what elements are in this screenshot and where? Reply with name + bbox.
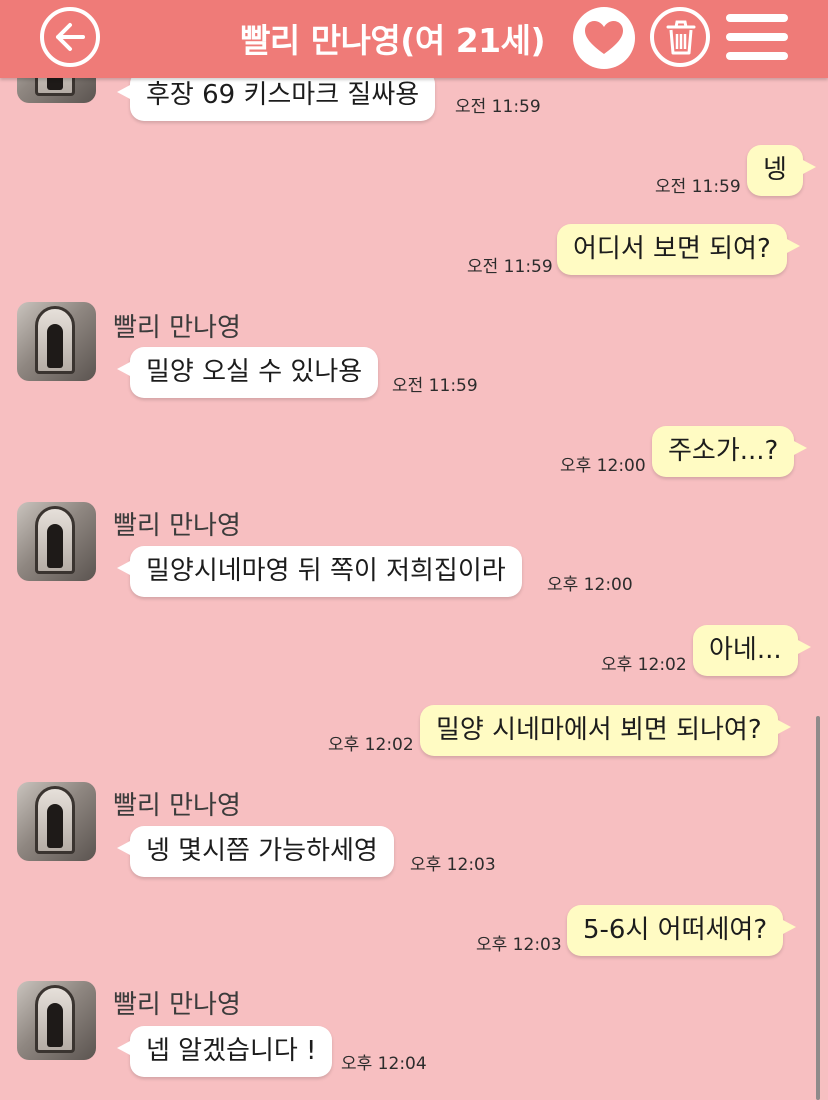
- message-time: 오후 12:03: [410, 855, 496, 875]
- heart-icon: [585, 21, 623, 54]
- message-time: 오전 11:59: [392, 376, 478, 396]
- incoming-message[interactable]: 밀양시네마영 뒤 쪽이 저희집이라: [117, 546, 522, 597]
- outgoing-message[interactable]: 5-6시 어떠세여?: [567, 905, 797, 956]
- favorite-button[interactable]: [573, 7, 635, 69]
- contact-avatar[interactable]: [17, 981, 96, 1060]
- contact-avatar[interactable]: [17, 782, 96, 861]
- chat-area[interactable]: 후장 69 키스마크 질싸용 오전 11:59 오전 11:59 넹 오전 11…: [0, 0, 828, 1100]
- incoming-message[interactable]: 밀양 오실 수 있나용: [116, 347, 379, 398]
- incoming-message[interactable]: 넹 몇시쯤 가능하세영: [117, 826, 394, 877]
- chat-header: 빨리 만나영(여 21세): [0, 0, 828, 78]
- message-time: 오후 12:00: [560, 456, 646, 476]
- back-button[interactable]: [40, 7, 100, 67]
- message-time: 오전 11:59: [467, 257, 553, 277]
- contact-avatar[interactable]: [17, 502, 96, 581]
- chat-title: 빨리 만나영(여 21세): [240, 21, 546, 60]
- message-time: 오후 12:02: [328, 735, 414, 755]
- outgoing-message[interactable]: 어디서 보면 되여?: [557, 224, 800, 275]
- message-time: 오후 12:00: [547, 575, 633, 595]
- sender-name: 빨리 만나영: [113, 791, 241, 821]
- back-arrow-icon: [56, 23, 85, 51]
- message-time: 오후 12:04: [341, 1054, 427, 1074]
- outgoing-message[interactable]: 넹: [747, 145, 816, 196]
- outgoing-message[interactable]: 밀양 시네마에서 뵈면 되나여?: [420, 705, 791, 756]
- contact-avatar[interactable]: [17, 302, 96, 381]
- outgoing-message[interactable]: 주소가...?: [652, 426, 808, 477]
- message-time: 오전 11:59: [455, 97, 541, 117]
- message-time: 오후 12:03: [476, 935, 562, 955]
- hamburger-menu-icon[interactable]: [726, 12, 788, 62]
- message-time: 오전 11:59: [655, 177, 741, 197]
- sender-name: 빨리 만나영: [113, 511, 241, 541]
- sender-name: 빨리 만나영: [113, 990, 241, 1020]
- scrollbar[interactable]: [816, 716, 820, 1100]
- sender-name: 빨리 만나영: [113, 313, 241, 343]
- outgoing-message[interactable]: 아네...: [693, 625, 811, 676]
- delete-button[interactable]: [650, 7, 710, 67]
- message-time: 오후 12:02: [601, 655, 687, 675]
- trash-icon: [666, 20, 696, 55]
- incoming-message[interactable]: 넵 알겠습니다 !: [116, 1026, 333, 1077]
